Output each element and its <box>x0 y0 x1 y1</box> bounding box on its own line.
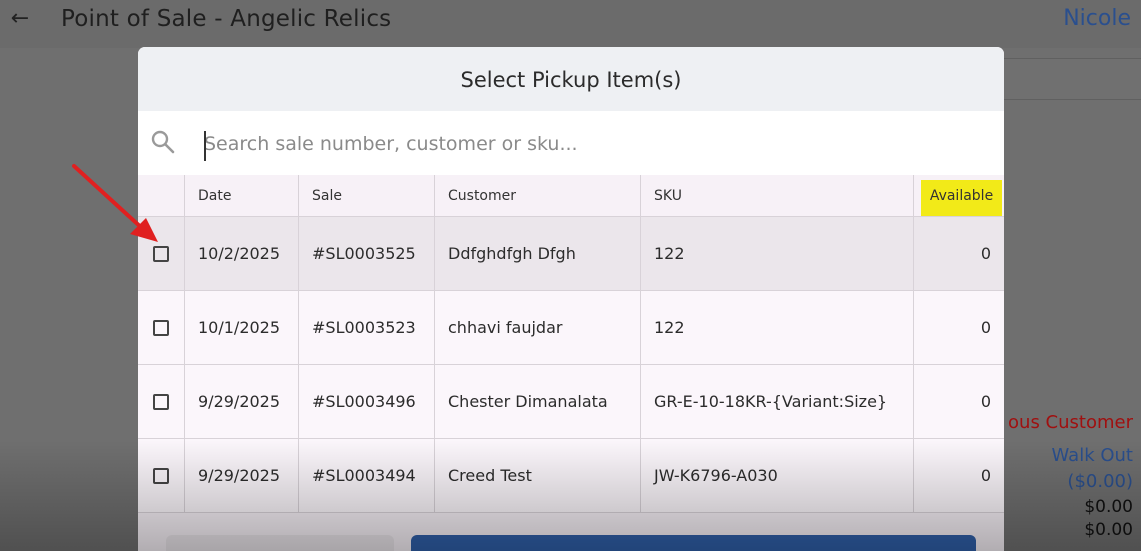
table-header: Date Sale Customer SKU Available <box>138 175 1004 217</box>
row-select-cell <box>138 365 184 439</box>
page-title: Point of Sale - Angelic Relics <box>61 6 392 32</box>
table-row[interactable]: 10/1/2025 #SL0003523 chhavi faujdar 122 … <box>138 291 1004 365</box>
amount-value: $0.00 <box>1084 520 1133 540</box>
customer-cell: chhavi faujdar <box>434 291 640 365</box>
date-cell: 9/29/2025 <box>184 365 298 439</box>
annotation-arrow-icon <box>72 164 158 242</box>
date-cell: 9/29/2025 <box>184 439 298 513</box>
sale-cell: #SL0003496 <box>298 365 434 439</box>
available-cell: 0 <box>913 217 1004 291</box>
table-row[interactable]: 9/29/2025 #SL0003494 Creed Test JW-K6796… <box>138 439 1004 513</box>
column-header-sku[interactable]: SKU <box>640 175 913 217</box>
customer-cell: Creed Test <box>434 439 640 513</box>
cancel-button[interactable] <box>166 535 394 551</box>
pickup-items-table: Date Sale Customer SKU Available 10/2/20… <box>138 175 1004 513</box>
text-cursor <box>204 131 206 161</box>
customer-cell: Chester Dimanalata <box>434 365 640 439</box>
column-header-sale[interactable]: Sale <box>298 175 434 217</box>
balance-value: ($0.00) <box>1067 471 1133 492</box>
back-arrow-icon[interactable]: ← <box>8 4 32 34</box>
sku-cell: JW-K6796-A030 <box>640 439 913 513</box>
available-cell: 0 <box>913 365 1004 439</box>
row-select-cell <box>138 291 184 365</box>
user-name[interactable]: Nicole <box>1063 2 1131 36</box>
walk-out-label: Walk Out <box>1051 445 1133 466</box>
date-cell: 10/2/2025 <box>184 217 298 291</box>
amount-value: $0.00 <box>1084 497 1133 517</box>
search-input[interactable] <box>202 123 982 165</box>
available-cell: 0 <box>913 439 1004 513</box>
column-header-date[interactable]: Date <box>184 175 298 217</box>
row-select-cell <box>138 439 184 513</box>
sale-cell: #SL0003525 <box>298 217 434 291</box>
confirm-button[interactable] <box>411 535 976 551</box>
customer-cell: Ddfghdfgh Dfgh <box>434 217 640 291</box>
table-row[interactable]: 10/2/2025 #SL0003525 Ddfghdfgh Dfgh 122 … <box>138 217 1004 291</box>
available-cell: 0 <box>913 291 1004 365</box>
customer-name: ous Customer <box>1008 412 1133 433</box>
sale-cell: #SL0003494 <box>298 439 434 513</box>
column-header-customer[interactable]: Customer <box>434 175 640 217</box>
date-cell: 10/1/2025 <box>184 291 298 365</box>
row-checkbox[interactable] <box>153 468 169 484</box>
background-panel <box>1003 58 1141 100</box>
table-row[interactable]: 9/29/2025 #SL0003496 Chester Dimanalata … <box>138 365 1004 439</box>
app-header: ← Point of Sale - Angelic Relics Nicole <box>0 0 1141 48</box>
row-checkbox[interactable] <box>153 320 169 336</box>
sku-cell: 122 <box>640 217 913 291</box>
dialog-title: Select Pickup Item(s) <box>460 68 682 92</box>
column-header-available[interactable]: Available <box>921 180 1002 216</box>
sale-cell: #SL0003523 <box>298 291 434 365</box>
search-icon <box>151 130 175 154</box>
dialog-header: Select Pickup Item(s) <box>138 47 1004 111</box>
select-pickup-items-dialog: Select Pickup Item(s) Date Sale Customer… <box>138 47 1004 551</box>
sku-cell: 122 <box>640 291 913 365</box>
sku-cell: GR-E-10-18KR-{Variant:Size} <box>640 365 913 439</box>
row-checkbox[interactable] <box>153 394 169 410</box>
search-bar <box>138 111 1004 175</box>
